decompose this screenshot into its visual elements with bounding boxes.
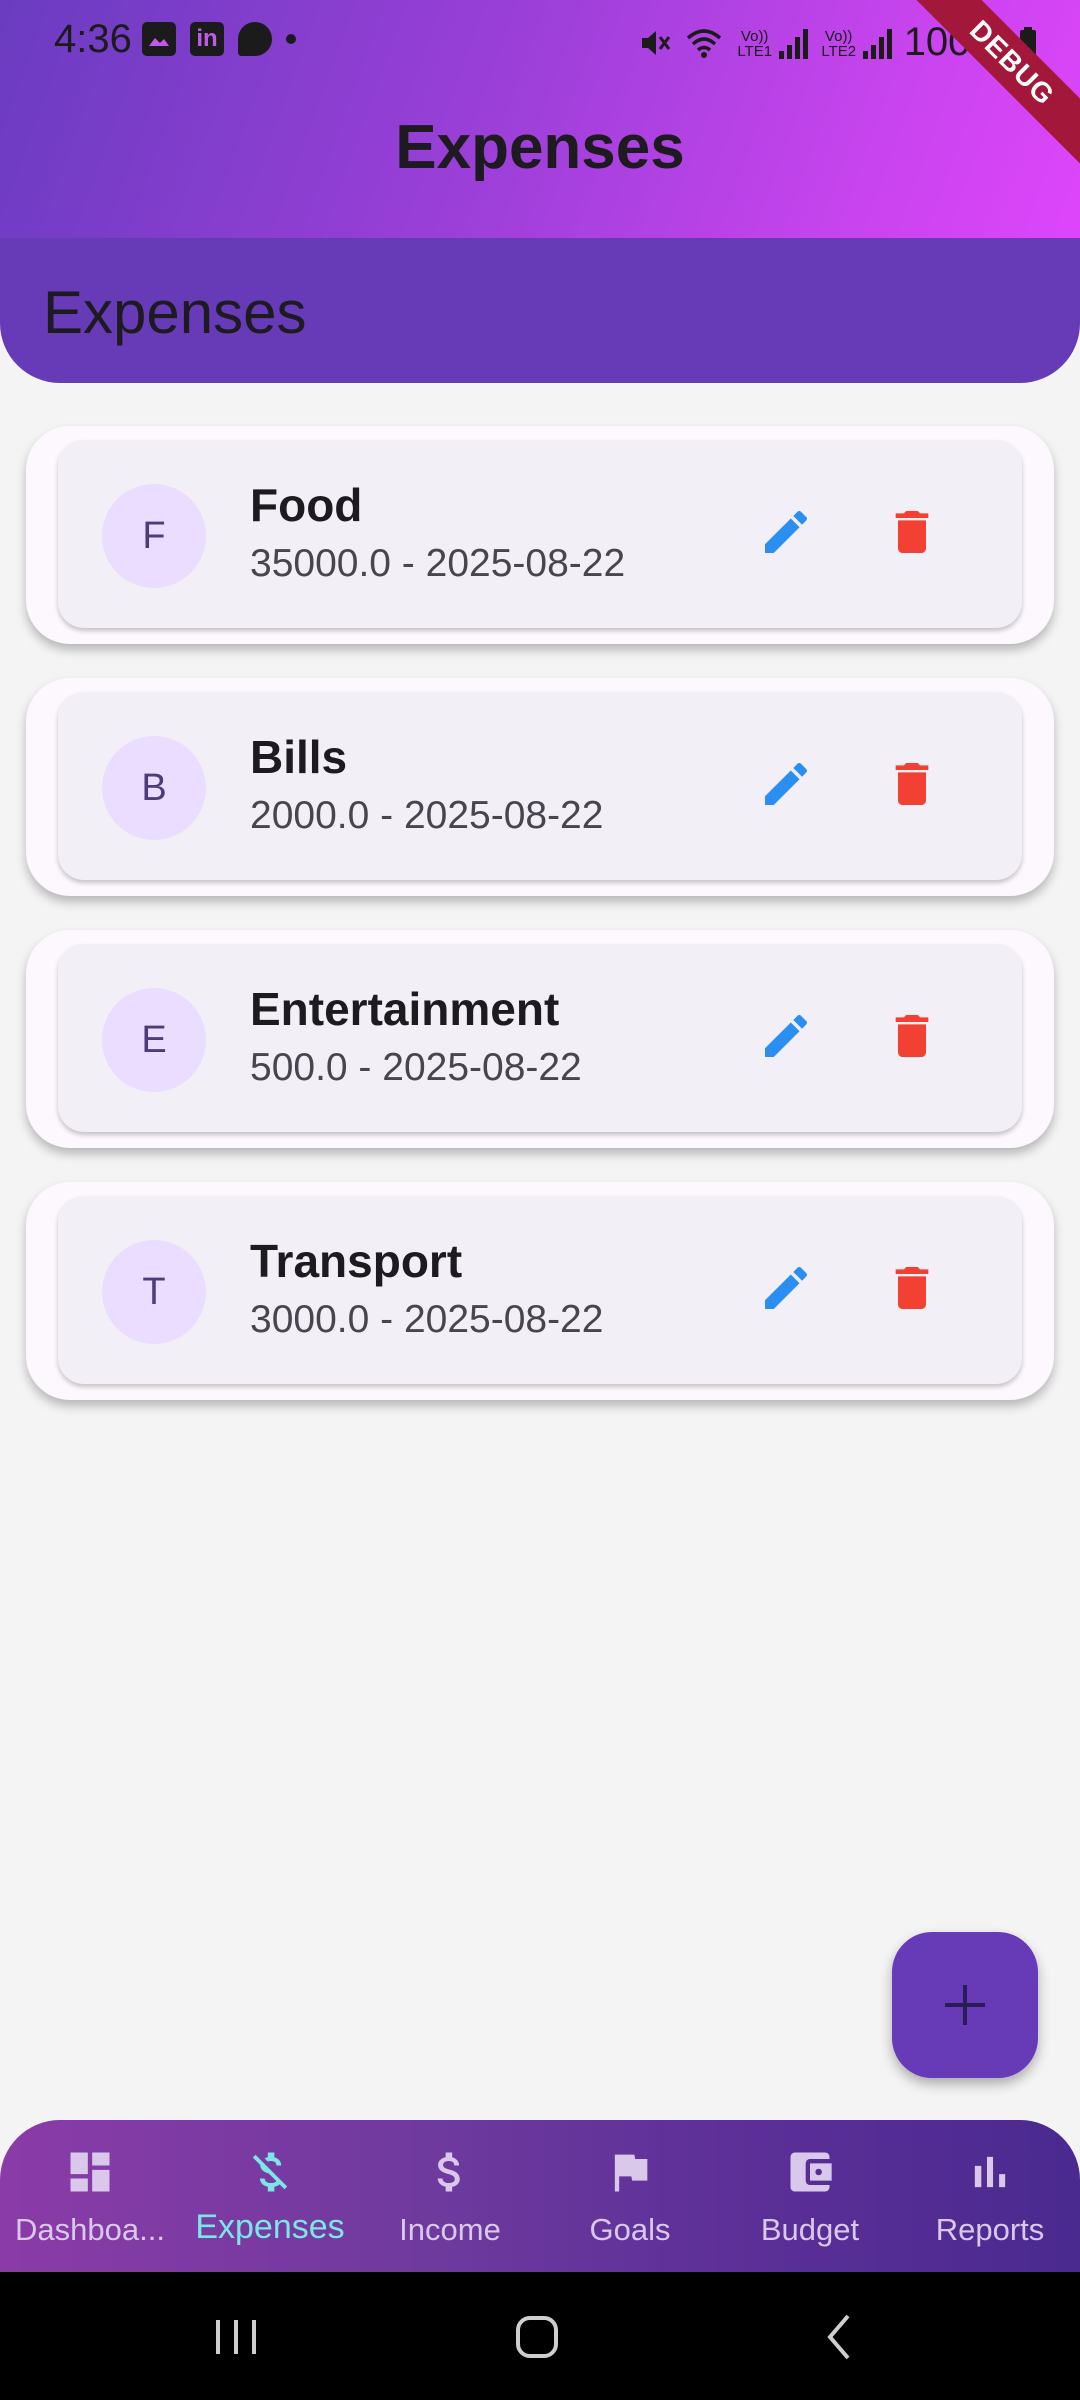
dashboard-icon — [70, 2152, 110, 2192]
list-item[interactable]: E Entertainment 500.0 - 2025-08-22 — [58, 944, 1022, 1132]
nav-item-reports[interactable]: Reports — [900, 2120, 1080, 2272]
expense-card: B Bills 2000.0 - 2025-08-22 — [26, 678, 1054, 896]
status-bar: 4:36 in Vo)) LTE1 Vo)) LTE2 100% — [0, 0, 1080, 80]
home-icon[interactable] — [497, 2302, 577, 2372]
gallery-icon — [142, 22, 176, 56]
status-time: 4:36 — [54, 17, 132, 61]
flag-icon — [614, 2154, 648, 2192]
expense-amount-date: 35000.0 - 2025-08-22 — [250, 542, 626, 585]
nav-label-expenses: Expenses — [195, 2208, 345, 2246]
section-header: Expenses — [0, 238, 1080, 383]
dot-icon — [286, 34, 296, 44]
expense-category: Bills — [250, 731, 348, 783]
pencil-icon[interactable] — [758, 1260, 814, 1316]
sim2-label: Vo)) LTE2 — [821, 27, 857, 60]
recent-apps-icon[interactable] — [196, 2302, 276, 2372]
linkedin-icon: in — [190, 22, 224, 56]
list-item[interactable]: B Bills 2000.0 - 2025-08-22 — [58, 692, 1022, 880]
pencil-icon[interactable] — [758, 756, 814, 812]
add-expense-button[interactable] — [892, 1932, 1038, 2078]
plus-icon — [945, 1985, 985, 2025]
trash-icon[interactable] — [884, 1260, 940, 1316]
back-icon[interactable] — [800, 2302, 880, 2372]
avatar: F — [102, 484, 206, 588]
expense-amount-date: 500.0 - 2025-08-22 — [250, 1046, 582, 1089]
chat-icon — [238, 22, 272, 56]
expense-category: Food — [250, 479, 363, 531]
nav-item-dashboard[interactable]: Dashboa... — [0, 2120, 180, 2272]
nav-item-goals[interactable]: Goals — [540, 2120, 720, 2272]
system-navigation-bar — [0, 2272, 1080, 2400]
list-item[interactable]: T Transport 3000.0 - 2025-08-22 — [58, 1196, 1022, 1384]
page-title: Expenses — [395, 113, 685, 182]
list-item[interactable]: F Food 35000.0 - 2025-08-22 — [58, 440, 1022, 628]
expense-category: Entertainment — [250, 983, 560, 1035]
nav-label-goals: Goals — [589, 2212, 671, 2247]
avatar: E — [102, 988, 206, 1092]
trash-icon[interactable] — [884, 756, 940, 812]
sim1-label: Vo)) LTE1 — [737, 27, 773, 60]
expense-amount-date: 3000.0 - 2025-08-22 — [250, 1298, 604, 1341]
wifi-icon — [686, 28, 721, 58]
section-title: Expenses — [43, 279, 307, 346]
expense-card: F Food 35000.0 - 2025-08-22 — [26, 426, 1054, 644]
status-left-icons: in — [142, 22, 296, 56]
nav-label-income: Income — [399, 2212, 501, 2247]
trash-icon[interactable] — [884, 1008, 940, 1064]
bar-chart-icon — [974, 2156, 1006, 2188]
nav-label-dashboard: Dashboa... — [15, 2212, 165, 2247]
dollar-icon — [437, 2152, 460, 2192]
money-off-icon — [252, 2152, 288, 2192]
nav-item-income[interactable]: Income — [360, 2120, 540, 2272]
expense-amount-date: 2000.0 - 2025-08-22 — [250, 794, 604, 837]
pencil-icon[interactable] — [758, 1008, 814, 1064]
nav-item-expenses[interactable]: Expenses — [180, 2120, 360, 2272]
expense-card: E Entertainment 500.0 - 2025-08-22 — [26, 930, 1054, 1148]
nav-label-reports: Reports — [935, 2212, 1045, 2247]
app-header: 4:36 in Vo)) LTE1 Vo)) LTE2 100% DEBUG E… — [0, 0, 1080, 238]
expense-category: Transport — [250, 1235, 463, 1287]
bottom-navigation: Dashboa... Expenses Income Goals Budget … — [0, 2120, 1080, 2272]
pencil-icon[interactable] — [758, 504, 814, 560]
expense-list: F Food 35000.0 - 2025-08-22 B Bills 2000… — [26, 426, 1054, 1434]
nav-item-budget[interactable]: Budget — [720, 2120, 900, 2272]
lte1-signal-icon: Vo)) LTE1 — [736, 27, 808, 59]
expense-card: T Transport 3000.0 - 2025-08-22 — [26, 1182, 1054, 1400]
lte2-signal-icon: Vo)) LTE2 — [820, 27, 892, 59]
avatar: T — [102, 1240, 206, 1344]
trash-icon[interactable] — [884, 504, 940, 560]
nav-label-budget: Budget — [760, 2212, 860, 2247]
avatar: B — [102, 736, 206, 840]
wallet-icon — [790, 2152, 832, 2192]
mute-icon — [641, 30, 670, 55]
